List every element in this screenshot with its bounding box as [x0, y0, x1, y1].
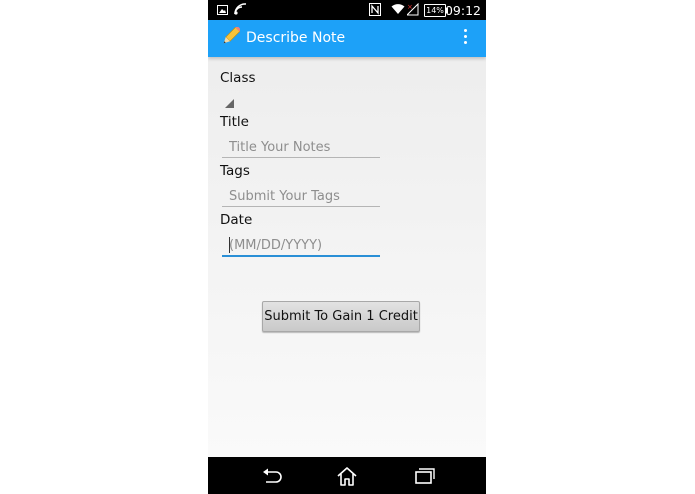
home-icon[interactable]: [335, 465, 359, 487]
tags-field-container: [222, 186, 380, 207]
tags-label: Tags: [220, 163, 250, 179]
nfc-icon: [369, 3, 381, 19]
phone-screen: × 14% 09:12 Describe Note Class Title Ta…: [208, 0, 486, 494]
battery-icon: 14%: [424, 4, 448, 17]
status-time: 09:12: [444, 3, 481, 18]
wifi-icon: [391, 3, 405, 18]
image-icon: [217, 4, 228, 18]
pencil-icon: [220, 25, 242, 51]
no-signal-icon: ×: [405, 2, 419, 19]
class-label: Class: [220, 70, 256, 86]
title-input[interactable]: [222, 137, 379, 157]
recent-apps-icon[interactable]: [412, 465, 436, 487]
overflow-menu-icon[interactable]: [462, 29, 468, 47]
title-label: Title: [220, 114, 249, 130]
status-bar: × 14% 09:12: [208, 0, 486, 20]
back-icon[interactable]: [260, 465, 284, 487]
date-label: Date: [220, 212, 253, 228]
class-spinner[interactable]: [225, 99, 234, 108]
app-title: Describe Note: [246, 30, 346, 46]
title-field-container: [222, 137, 380, 158]
date-field-container: [222, 235, 380, 257]
submit-button[interactable]: Submit To Gain 1 Credit: [262, 301, 420, 332]
wifi-cast-icon: [234, 3, 248, 19]
svg-text:×: ×: [407, 3, 413, 11]
tags-input[interactable]: [222, 186, 379, 206]
date-input[interactable]: [222, 235, 379, 255]
navigation-bar: [208, 457, 486, 494]
text-cursor: [229, 237, 230, 253]
action-bar: Describe Note: [208, 20, 486, 57]
